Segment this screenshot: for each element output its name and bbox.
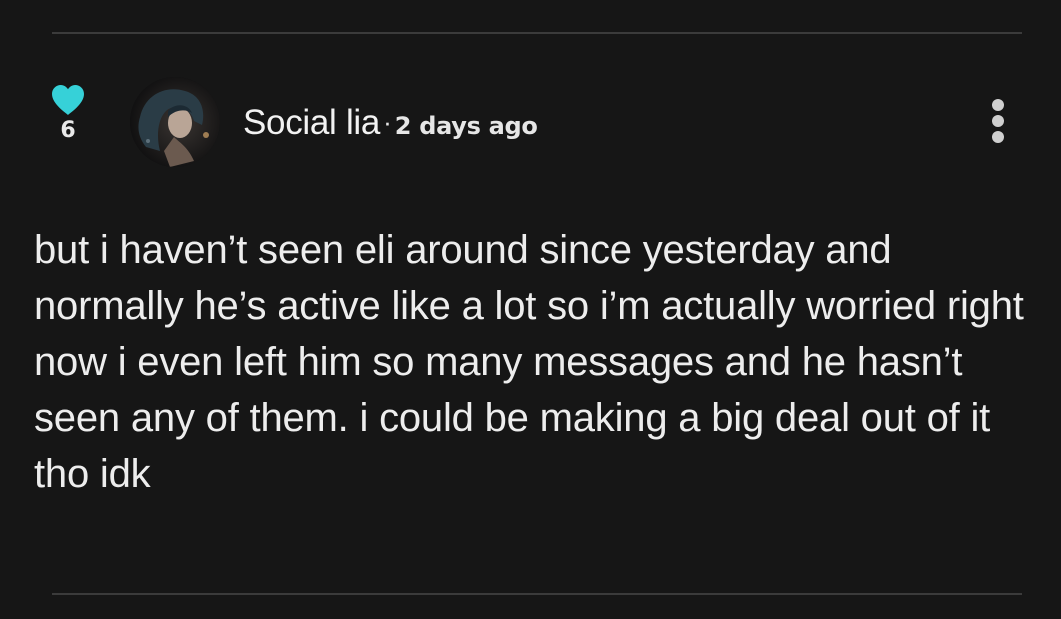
separator-dot: · bbox=[383, 107, 392, 137]
bottom-divider bbox=[52, 593, 1022, 595]
heart-icon[interactable] bbox=[50, 84, 86, 116]
avatar[interactable] bbox=[130, 77, 220, 167]
timestamp: 2 days ago bbox=[394, 112, 538, 140]
more-options-button[interactable] bbox=[984, 96, 1012, 152]
more-options-icon bbox=[984, 99, 1012, 143]
top-divider bbox=[52, 32, 1022, 34]
like-column: 6 bbox=[50, 84, 86, 143]
comment-body: but i haven’t seen eli around since yest… bbox=[34, 228, 1024, 496]
like-count: 6 bbox=[60, 118, 76, 143]
avatar-image bbox=[130, 77, 220, 167]
comment-meta: Social lia · 2 days ago bbox=[243, 102, 538, 150]
author-name[interactable]: Social lia bbox=[243, 103, 380, 142]
